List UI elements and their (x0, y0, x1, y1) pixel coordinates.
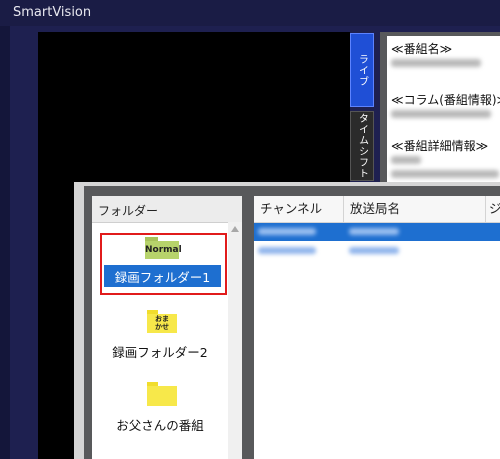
folder-header-label: フォルダー (98, 204, 159, 218)
video-preview (38, 32, 350, 182)
tab-timeshift-label: タイムシフト (356, 113, 368, 179)
column-header-station[interactable]: 放送局名 (344, 196, 486, 222)
folder-icon (147, 382, 177, 406)
list-header: チャンネル 放送局名 ジ (254, 196, 500, 223)
tab-live-label: ライブ (356, 53, 368, 87)
folder-normal-icon: Normal (145, 237, 182, 259)
table-row[interactable] (254, 223, 500, 241)
detail-blurred-2 (391, 170, 499, 178)
row-station-blurred (349, 228, 399, 235)
row-channel-blurred (258, 228, 316, 235)
folder-header: フォルダー (92, 196, 242, 223)
program-info-panel: ≪番組名≫ ≪コラム(番組情報)≫ ≪番組詳細情報≫ (387, 36, 500, 184)
column-blurred (391, 110, 491, 118)
program-name-blurred (391, 59, 481, 67)
detail-blurred-1 (391, 156, 421, 164)
tab-live[interactable]: ライブ (350, 33, 374, 107)
folder-normal-icon-text: Normal (145, 241, 182, 259)
folder-item-recording-2[interactable]: 録画フォルダー2 (92, 342, 228, 361)
folder-item-fathers-programs[interactable]: お父さんの番組 (92, 415, 228, 434)
video-preview-lower (38, 182, 74, 459)
window-titlebar: SmartVision (0, 0, 500, 26)
folder-item-label: 録画フォルダー1 (114, 269, 211, 285)
tab-timeshift[interactable]: タイムシフト (350, 111, 374, 181)
detail-heading: ≪番組詳細情報≫ (391, 139, 489, 153)
folder-omakase-icon-text: おま かせ (147, 314, 177, 333)
scroll-up-arrow-icon[interactable] (231, 226, 239, 232)
row-channel-blurred (258, 247, 316, 254)
folder-item-label: 録画フォルダー2 (112, 345, 208, 360)
column-header-channel[interactable]: チャンネル (254, 196, 344, 222)
window-title: SmartVision (13, 5, 92, 20)
folder-item-recording-1[interactable]: 録画フォルダー1 (104, 265, 221, 287)
program-name-heading: ≪番組名≫ (391, 42, 453, 56)
column-header-genre[interactable]: ジ (486, 196, 500, 222)
folder-panel: フォルダー Normal 録画フォルダー1 おま かせ 録画フォルダー2 お父さん… (92, 196, 242, 459)
recording-list: チャンネル 放送局名 ジ (254, 196, 500, 459)
column-heading: ≪コラム(番組情報)≫ (391, 93, 500, 107)
table-row[interactable] (254, 242, 500, 260)
row-station-blurred (349, 247, 399, 254)
folder-item-label: お父さんの番組 (116, 418, 204, 433)
folder-scrollbar[interactable] (228, 222, 242, 459)
folder-omakase-icon: おま かせ (147, 310, 177, 333)
